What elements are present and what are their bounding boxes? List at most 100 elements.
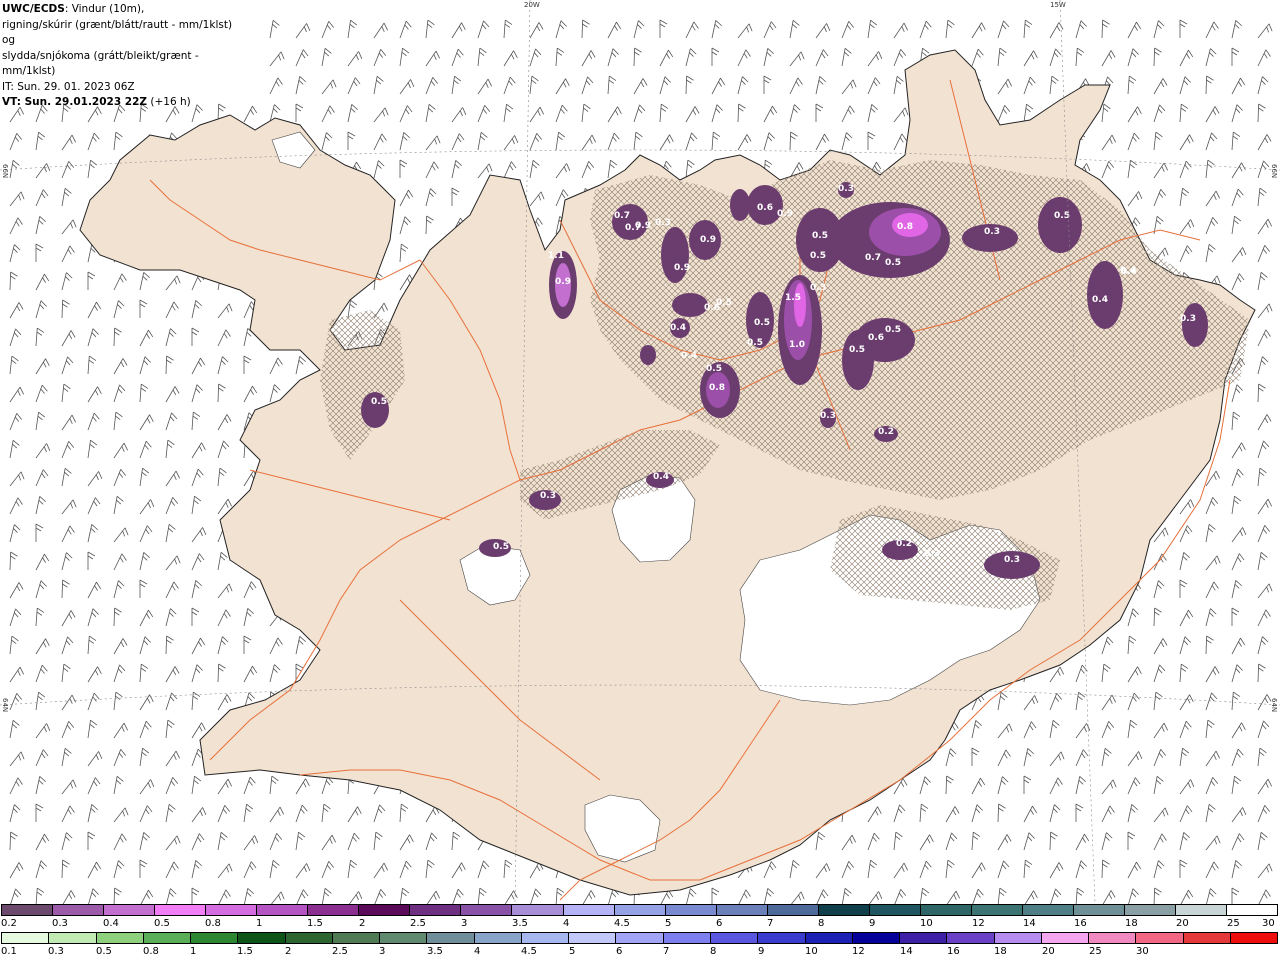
- precip-value-label: 0.5: [885, 325, 901, 335]
- legend-swatch: [994, 933, 1042, 943]
- legend-swatch: [155, 905, 207, 915]
- weather-map: 0.7 0.9 0.3 1.1 0.9 0.9 0.4 0.6 0.9 0.5 0.5 0.3 0.3 0…: [0, 0, 1280, 904]
- precip-value-label: 0.9: [777, 209, 793, 219]
- precip-value-label: 0.5: [812, 231, 828, 241]
- legend-swatch: [563, 905, 615, 915]
- precip-value-label: 0.8: [897, 222, 913, 232]
- legend-tick-label: 2: [359, 918, 366, 929]
- snow-legend-labels: 0.2 0.3 0.4 0.5 0.8 1 1.5 2 2.5 3 3.5 4 4.5 5 6 7 8 9 10 12…: [0, 918, 1280, 930]
- title-line2: rigning/skúrir (grænt/blátt/rautt - mm/1…: [2, 18, 233, 47]
- legend-swatch: [1041, 933, 1090, 943]
- legend-tick-label: 0.4: [103, 918, 119, 929]
- legend-swatch: [53, 905, 105, 915]
- legend-swatch: [143, 933, 192, 943]
- lat-label-66n-left: 66N: [1, 164, 9, 179]
- legend-tick-label: 30: [1136, 946, 1149, 957]
- legend-swatch: [380, 933, 428, 943]
- legend-swatch: [461, 905, 513, 915]
- title-lead-time: (+16 h): [147, 96, 191, 108]
- precip-value-label: 0.3: [984, 227, 1000, 237]
- rain-color-legend: [1, 932, 1278, 944]
- lon-label-15w: 15W: [1050, 1, 1066, 9]
- legend-swatch: [1227, 905, 1278, 915]
- legend-tick-label: 0.2: [1, 918, 17, 929]
- legend-tick-label: 7: [767, 918, 774, 929]
- precip-value-label: 0.3: [924, 549, 940, 559]
- precip-value-label: 0.4: [1120, 266, 1136, 276]
- precip-value-label: 1.5: [785, 293, 801, 303]
- legend-swatch: [767, 905, 819, 915]
- legend-tick-label: 18: [1125, 918, 1138, 929]
- legend-swatch: [308, 905, 360, 915]
- legend-swatch: [1073, 905, 1126, 915]
- legend-swatch: [805, 933, 853, 943]
- precip-value-label: 0.5: [849, 345, 865, 355]
- snow-color-legend: [1, 904, 1278, 916]
- legend-swatch: [191, 933, 239, 943]
- title-init-time: IT: Sun. 29. 01. 2023 06Z: [2, 80, 135, 93]
- legend-tick-label: 9: [869, 918, 876, 929]
- legend-swatch: [332, 933, 381, 943]
- legend-swatch: [818, 905, 870, 915]
- legend-swatch: [512, 905, 564, 915]
- lat-label-64n-right: 64N: [1270, 698, 1278, 713]
- legend-tick-label: 12: [852, 946, 865, 957]
- legend-swatch: [206, 905, 258, 915]
- legend-tick-label: 16: [1074, 918, 1087, 929]
- precip-value-label: 0.3: [820, 411, 836, 421]
- precip-value-label: 0.2: [896, 539, 912, 549]
- legend-tick-label: 14: [1023, 918, 1036, 929]
- legend-swatch: [1022, 905, 1074, 915]
- precip-value-label: 0.7: [625, 223, 641, 233]
- legend-swatch: [410, 905, 462, 915]
- legend-swatch: [947, 933, 995, 943]
- precip-value-label: 0.5: [747, 338, 763, 348]
- legend-swatch: [663, 933, 711, 943]
- legend-tick-label: 8: [818, 918, 825, 929]
- legend-swatch: [2, 905, 54, 915]
- legend-tick-label: 4.5: [521, 946, 537, 957]
- legend-tick-label: 10: [805, 946, 818, 957]
- precip-value-label: 0.2: [878, 427, 894, 437]
- map-title: UWC/ECDS: Vindur (10m), rigning/skúrir (…: [0, 0, 240, 108]
- precip-value-label: 0.4: [1092, 295, 1108, 305]
- legend-tick-label: 6: [716, 918, 723, 929]
- precip-value-label: 0.5: [1054, 211, 1070, 221]
- precip-value-label: 0.5: [493, 542, 509, 552]
- precip-value-label: 0.6: [868, 333, 884, 343]
- legend-tick-label: 2.5: [410, 918, 426, 929]
- precip-value-label: 0.7: [614, 211, 630, 221]
- rain-legend-labels: 0.1 0.3 0.5 0.8 1 1.5 2 2.5 3 3.5 4 4.5 5 6 7 8 9 10 12 14 1…: [0, 946, 1280, 958]
- legend-swatch: [238, 933, 286, 943]
- precip-value-label: 0.9: [674, 263, 690, 273]
- legend-tick-label: 30: [1262, 918, 1275, 929]
- legend-tick-label: 7: [663, 946, 670, 957]
- legend-swatch: [1089, 933, 1137, 943]
- title-line3: slydda/snjókoma (grátt/bleikt/grænt - mm…: [2, 49, 199, 78]
- legend-swatch: [427, 933, 475, 943]
- legend-swatch: [758, 933, 806, 943]
- legend-tick-label: 2: [285, 946, 292, 957]
- precip-value-label: 0.3: [1180, 314, 1196, 324]
- title-line1: : Vindur (10m),: [64, 3, 145, 15]
- legend-tick-label: 12: [972, 918, 985, 929]
- precip-value-label: 1.0: [789, 340, 805, 350]
- legend-swatch: [96, 933, 144, 943]
- lat-label-64n-left: 64N: [1, 698, 9, 713]
- legend-tick-label: 0.5: [154, 918, 170, 929]
- legend-tick-label: 0.5: [96, 946, 112, 957]
- legend-tick-label: 18: [994, 946, 1007, 957]
- legend-swatch: [257, 905, 309, 915]
- legend-swatch: [2, 933, 50, 943]
- legend-tick-label: 25: [1227, 918, 1240, 929]
- precip-value-label: 0.5: [706, 364, 722, 374]
- legend-swatch: [716, 905, 768, 915]
- legend-swatch: [49, 933, 97, 943]
- legend-tick-label: 3.5: [427, 946, 443, 957]
- legend-swatch: [710, 933, 759, 943]
- precip-value-label: 0.5: [371, 397, 387, 407]
- legend-tick-label: 8: [710, 946, 717, 957]
- precip-value-label: 0.6: [757, 203, 773, 213]
- legend-tick-label: 1.5: [307, 918, 323, 929]
- legend-swatch: [1125, 905, 1177, 915]
